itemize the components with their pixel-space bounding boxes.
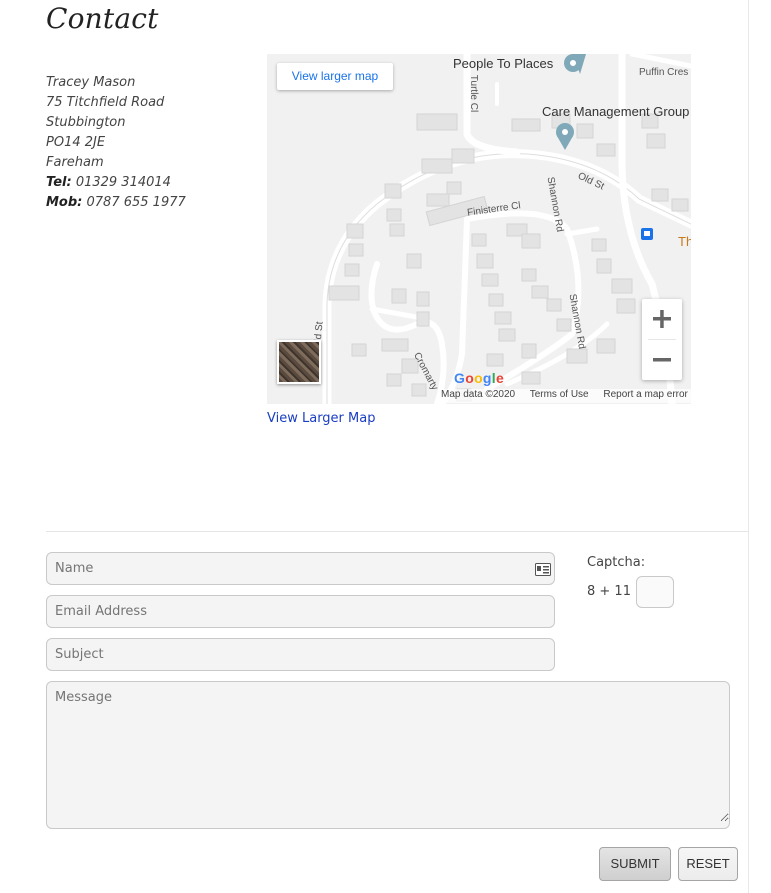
- plus-icon: [653, 310, 671, 328]
- right-border-line: [748, 0, 749, 893]
- address-mob: Mob: 0787 655 1977: [46, 193, 186, 213]
- map-zoom-control: [642, 299, 682, 380]
- subject-input[interactable]: [55, 639, 554, 670]
- satellite-toggle[interactable]: [277, 340, 321, 384]
- google-logo: Google: [454, 370, 504, 386]
- email-input[interactable]: [55, 596, 554, 627]
- google-letter: o: [465, 370, 475, 386]
- map-label-th: Th: [678, 234, 691, 249]
- address-postcode: PO14 2JE: [46, 135, 106, 150]
- map-label-turtle: Turtle Cl: [468, 74, 480, 113]
- address-area: Stubbington: [46, 115, 126, 130]
- address-town: Fareham: [46, 155, 104, 170]
- address-tel: Tel: 01329 314014: [46, 173, 186, 193]
- contact-card-icon: [535, 563, 551, 576]
- name-input[interactable]: [55, 553, 525, 584]
- address-name: Tracey Mason: [46, 75, 136, 90]
- contact-address: Tracey Mason 75 Titchfield Road Stubbing…: [46, 73, 186, 213]
- message-field[interactable]: [46, 681, 730, 829]
- view-larger-map-link[interactable]: View Larger Map: [267, 411, 375, 426]
- zoom-out-button[interactable]: [642, 340, 682, 380]
- email-field[interactable]: [46, 595, 555, 628]
- google-letter: g: [482, 370, 492, 386]
- address-street: 75 Titchfield Road: [46, 95, 165, 110]
- submit-button[interactable]: SUBMIT: [599, 847, 671, 881]
- map-data-credit: Map data ©2020: [441, 389, 516, 400]
- google-letter: e: [495, 370, 505, 386]
- view-larger-map-button[interactable]: View larger map: [277, 63, 393, 90]
- captcha-label: Captcha:: [587, 555, 646, 570]
- reset-button[interactable]: RESET: [678, 847, 738, 881]
- tel-number: 01329 314014: [75, 175, 171, 190]
- mob-label: Mob:: [46, 195, 83, 210]
- captcha-input[interactable]: [636, 576, 674, 608]
- mob-number: 0787 655 1977: [86, 195, 186, 210]
- google-letter: G: [454, 370, 466, 386]
- map-terms-link[interactable]: Terms of Use: [530, 389, 589, 400]
- subject-field[interactable]: [46, 638, 555, 671]
- map-label-puffin: Puffin Cres: [639, 67, 689, 78]
- map-report-error-link[interactable]: Report a map error: [603, 389, 687, 400]
- name-field[interactable]: [46, 552, 555, 585]
- page-title: Contact: [46, 2, 159, 35]
- embedded-map[interactable]: People To Places Care Management Group P…: [267, 54, 691, 404]
- map-poi-care-management: Care Management Group: [542, 104, 690, 119]
- minus-icon: [653, 358, 671, 362]
- google-letter: o: [474, 370, 483, 386]
- section-divider: [46, 531, 748, 532]
- map-footer: Map data ©2020 Terms of Use Report a map…: [441, 389, 691, 403]
- map-poi-people-to-places: People To Places: [453, 56, 554, 71]
- tel-label: Tel:: [46, 175, 72, 190]
- message-textarea[interactable]: [55, 690, 729, 822]
- zoom-in-button[interactable]: [642, 299, 682, 339]
